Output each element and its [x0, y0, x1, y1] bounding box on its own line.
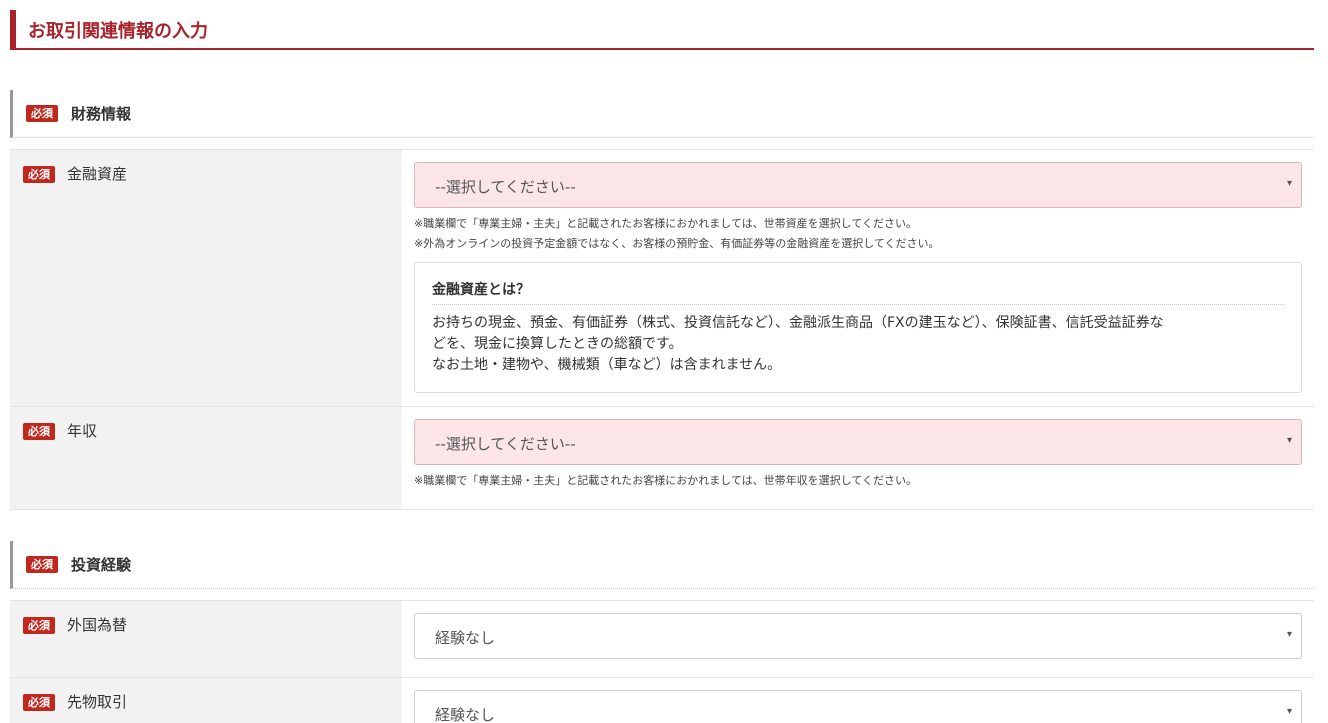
row-label-income: 必須 年収: [10, 407, 402, 509]
row-label-assets: 必須 金融資産: [10, 150, 402, 406]
futures-experience-select[interactable]: 経験なし ▾: [414, 690, 1302, 723]
row-label-forex: 必須 外国為替: [10, 601, 402, 677]
required-badge: 必須: [26, 105, 58, 122]
assets-info-line-2: どを、現金に換算したときの総額です。: [432, 336, 683, 352]
section-experience-header: 必須 投資経験: [10, 541, 1314, 589]
page-header: お取引関連情報の入力: [10, 10, 1314, 50]
row-field-futures: 経験なし ▾: [402, 678, 1314, 723]
row-field-assets: --選択してください-- ▾ ※職業欄で「専業主婦・主夫」と記載されたお客様にお…: [402, 150, 1314, 406]
row-field-income: --選択してください-- ▾ ※職業欄で「専業主婦・主夫」と記載されたお客様にお…: [402, 407, 1314, 509]
required-badge: 必須: [23, 694, 55, 711]
required-badge: 必須: [23, 166, 55, 183]
income-select-value: --選択してください--: [435, 435, 576, 453]
form-row-income: 必須 年収 --選択してください-- ▾ ※職業欄で「専業主婦・主夫」と記載され…: [10, 406, 1314, 510]
page-title: お取引関連情報の入力: [28, 21, 208, 42]
futures-select-value: 経験なし: [435, 706, 496, 723]
assets-info-line-3: なお土地・建物や、機械類（車など）は含まれません。: [432, 357, 782, 373]
income-select[interactable]: --選択してください-- ▾: [414, 419, 1302, 465]
label-assets: 金融資産: [67, 165, 128, 183]
chevron-down-icon: ▾: [1286, 706, 1292, 717]
form-row-forex: 必須 外国為替 経験なし ▾: [10, 600, 1314, 677]
forex-select-value: 経験なし: [435, 629, 496, 647]
section-financial-header: 必須 財務情報: [10, 90, 1314, 138]
label-income: 年収: [67, 422, 98, 440]
assets-info-title: 金融資産とは？: [432, 279, 1285, 305]
required-badge: 必須: [26, 556, 58, 573]
forex-experience-select[interactable]: 経験なし ▾: [414, 613, 1302, 659]
row-label-futures: 必須 先物取引: [10, 678, 402, 723]
section-experience-title: 投資経験: [71, 556, 132, 574]
chevron-down-icon: ▾: [1286, 435, 1292, 446]
assets-note-2: ※外為オンラインの投資予定金額ではなく、お客様の預貯金、有価証券等の金融資産を選…: [414, 237, 940, 250]
chevron-down-icon: ▾: [1286, 178, 1292, 189]
label-forex: 外国為替: [67, 616, 128, 634]
required-badge: 必須: [23, 423, 55, 440]
label-futures: 先物取引: [67, 693, 128, 711]
section-financial-title: 財務情報: [71, 105, 132, 123]
chevron-down-icon: ▾: [1286, 629, 1292, 640]
assets-select[interactable]: --選択してください-- ▾: [414, 162, 1302, 208]
assets-info-box: 金融資産とは？ お持ちの現金、預金、有価証券（株式、投資信託など）、金融派生商品…: [414, 262, 1302, 393]
assets-note-1: ※職業欄で「専業主婦・主夫」と記載されたお客様におかれましては、世帯資産を選択し…: [414, 217, 918, 230]
assets-info-body: お持ちの現金、預金、有価証券（株式、投資信託など）、金融派生商品（FXの建玉など…: [432, 313, 1287, 376]
form-row-futures: 必須 先物取引 経験なし ▾: [10, 677, 1314, 723]
form-row-assets: 必須 金融資産 --選択してください-- ▾ ※職業欄で「専業主婦・主夫」と記載…: [10, 149, 1314, 406]
row-field-forex: 経験なし ▾: [402, 601, 1314, 677]
assets-info-line-1: お持ちの現金、預金、有価証券（株式、投資信託など）、金融派生商品（FXの建玉など…: [432, 315, 1164, 331]
assets-select-value: --選択してください--: [435, 178, 576, 196]
income-note-1: ※職業欄で「専業主婦・主夫」と記載されたお客様におかれましては、世帯年収を選択し…: [414, 474, 918, 487]
required-badge: 必須: [23, 617, 55, 634]
